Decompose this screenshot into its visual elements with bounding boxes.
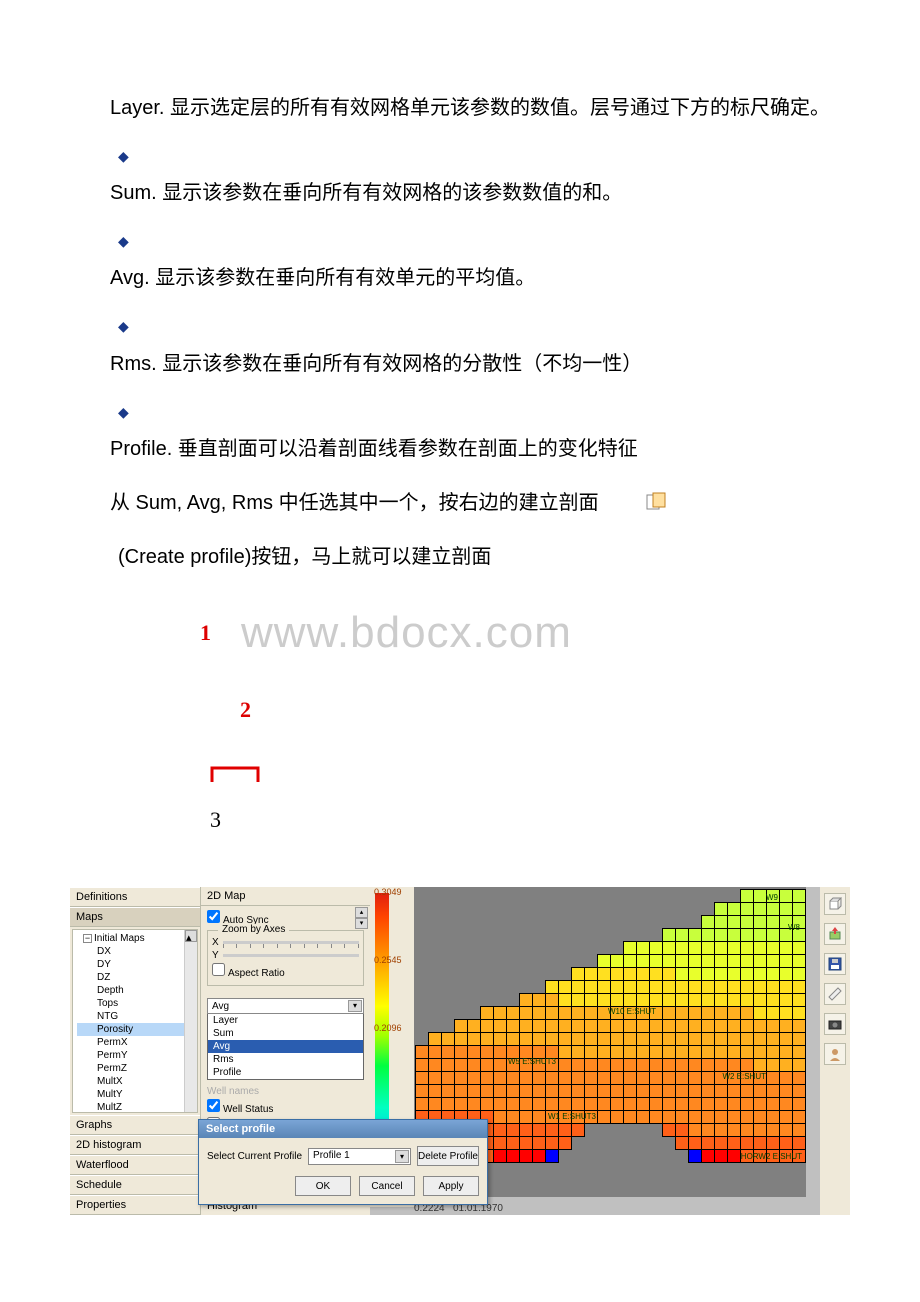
well-label: W1 E:SHUT3 xyxy=(548,1112,596,1121)
well-label: W9 xyxy=(766,893,778,902)
checkbox-well-status[interactable]: Well Status xyxy=(207,1104,273,1115)
well-label: W2 E:SHUT xyxy=(722,1072,766,1081)
chevron-down-icon[interactable]: ▾ xyxy=(348,1000,362,1012)
chevron-down-icon[interactable]: ▾ xyxy=(355,918,368,929)
checkbox-well-names-cut: Well names xyxy=(207,1084,364,1099)
app-screenshot: Definitions Maps −Initial Maps DXDYDZDep… xyxy=(70,887,850,1215)
delete-profile-button[interactable]: Delete Profile xyxy=(417,1146,479,1166)
left-sidebar: Definitions Maps −Initial Maps DXDYDZDep… xyxy=(70,887,200,1215)
tree-item[interactable]: PermZ xyxy=(77,1062,197,1075)
watermark-row: 1 www.bdocx.com xyxy=(70,593,850,672)
tree-item[interactable]: Tops xyxy=(77,997,197,1010)
zoom-x-label: X xyxy=(212,937,219,948)
paragraph-sum: Sum. 显示该参数在垂向所有有效网格的该参数数值的和。 xyxy=(70,175,850,211)
camera-icon[interactable] xyxy=(824,1013,846,1035)
well-label: HORW2 E:SHUT xyxy=(741,1152,802,1161)
dropdown-item[interactable]: Profile xyxy=(208,1066,363,1079)
sidebar-section-definitions[interactable]: Definitions xyxy=(70,887,200,907)
red-bracket-icon xyxy=(210,760,850,796)
well-label: W8 xyxy=(788,923,800,932)
profile-dropdown[interactable]: Profile 1 ▾ xyxy=(308,1148,411,1165)
dropdown-value: Avg xyxy=(212,1001,229,1012)
sync-stepper[interactable]: ▴ ▾ xyxy=(355,907,368,929)
paragraph-create-2: (Create profile)按钮，马上就可以建立剖面 xyxy=(70,539,850,575)
zoom-legend: Zoom by Axes xyxy=(218,924,289,935)
tree-item[interactable]: MultX xyxy=(77,1075,197,1088)
sidebar-section-waterflood[interactable]: Waterflood xyxy=(70,1155,200,1175)
profile-value: Profile 1 xyxy=(313,1150,350,1161)
panel-header: 2D Map xyxy=(201,887,370,906)
bullet-icon: ◆ xyxy=(118,314,850,339)
export-icon[interactable] xyxy=(824,923,846,945)
dropdown-item[interactable]: Layer xyxy=(208,1014,363,1027)
sidebar-section-properties[interactable]: Properties xyxy=(70,1195,200,1215)
cube-icon[interactable] xyxy=(824,893,846,915)
ok-button[interactable]: OK xyxy=(295,1176,351,1196)
tree-item[interactable]: MultY xyxy=(77,1088,197,1101)
paragraph-avg: Avg. 显示该参数在垂向所有有效单元的平均值。 xyxy=(70,260,850,296)
aspect-label: Aspect Ratio xyxy=(228,968,285,979)
well-status-label: Well Status xyxy=(223,1104,273,1115)
zoom-y-slider[interactable] xyxy=(223,954,359,957)
dialog-title: Select profile xyxy=(199,1120,487,1138)
chevron-up-icon[interactable]: ▴ xyxy=(355,907,368,918)
sidebar-section-graphs[interactable]: Graphs xyxy=(70,1115,200,1135)
layer-mode-dropdown[interactable]: Avg ▾ xyxy=(207,998,364,1014)
dropdown-item[interactable]: Sum xyxy=(208,1027,363,1040)
map-tree[interactable]: −Initial Maps DXDYDZDepthTopsNTGPorosity… xyxy=(72,929,198,1113)
tree-item[interactable]: PermY xyxy=(77,1049,197,1062)
right-toolbar xyxy=(820,887,850,1215)
tree-item[interactable]: DX xyxy=(77,945,197,958)
legend-value-2: 0.2096 xyxy=(374,1023,402,1033)
step-number-1: 1 xyxy=(200,613,211,653)
user-icon[interactable] xyxy=(824,1043,846,1065)
create-text-a: 从 Sum, Avg, Rms 中任选其中一个，按右边的建立剖面 xyxy=(110,492,599,514)
zoom-by-axes-group: Zoom by Axes X Y Aspect Ratio xyxy=(207,930,364,986)
legend-value-max: 0.3049 xyxy=(374,887,402,897)
paragraph-create-1: 从 Sum, Avg, Rms 中任选其中一个，按右边的建立剖面 xyxy=(70,485,850,521)
sidebar-section-schedule[interactable]: Schedule xyxy=(70,1175,200,1195)
tree-item[interactable]: NTG xyxy=(77,1010,197,1023)
dropdown-item[interactable]: Rms xyxy=(208,1053,363,1066)
tree-scrollbar[interactable]: ▴ xyxy=(184,930,197,1112)
bullet-icon: ◆ xyxy=(118,400,850,425)
step-number-3: 3 xyxy=(210,800,850,840)
paragraph-profile: Profile. 垂直剖面可以沿着剖面线看参数在剖面上的变化特征 xyxy=(70,431,850,467)
dropdown-list[interactable]: LayerSumAvgRmsProfile xyxy=(207,1013,364,1080)
dialog-label: Select Current Profile xyxy=(207,1151,302,1162)
legend-value-1: 0.2545 xyxy=(374,955,402,965)
sidebar-section-2d-histogram[interactable]: 2D histogram xyxy=(70,1135,200,1155)
step-number-2: 2 xyxy=(240,690,850,730)
checkbox-aspect-ratio[interactable]: Aspect Ratio xyxy=(212,968,285,979)
tree-item[interactable]: DZ xyxy=(77,971,197,984)
scroll-up-icon[interactable]: ▴ xyxy=(185,930,197,942)
dropdown-item[interactable]: Avg xyxy=(208,1040,363,1053)
create-profile-icon xyxy=(606,488,628,508)
paragraph-layer: Layer. 显示选定层的所有有效网格单元该参数的数值。层号通过下方的标尺确定。 xyxy=(70,90,850,126)
bullet-icon: ◆ xyxy=(118,229,850,254)
watermark-text: www.bdocx.com xyxy=(241,593,572,672)
ruler-icon[interactable] xyxy=(824,983,846,1005)
tree-parent-label: Initial Maps xyxy=(94,933,145,944)
tree-item[interactable]: MultZ xyxy=(77,1101,197,1113)
bullet-icon: ◆ xyxy=(118,144,850,169)
tree-parent-initial-maps[interactable]: −Initial Maps xyxy=(77,932,197,945)
sidebar-section-maps[interactable]: Maps xyxy=(70,907,200,927)
tree-item[interactable]: Porosity xyxy=(77,1023,197,1036)
well-label: W10 E:SHUT xyxy=(608,1007,656,1016)
well-label: W5 E:SHUT3 xyxy=(508,1057,556,1066)
tree-item[interactable]: PermX xyxy=(77,1036,197,1049)
select-profile-dialog: Select profile Select Current Profile Pr… xyxy=(198,1119,488,1205)
apply-button[interactable]: Apply xyxy=(423,1176,479,1196)
document-body: Layer. 显示选定层的所有有效网格单元该参数的数值。层号通过下方的标尺确定。… xyxy=(0,0,920,887)
chevron-down-icon[interactable]: ▾ xyxy=(395,1150,409,1163)
tree-item[interactable]: Depth xyxy=(77,984,197,997)
zoom-x-slider[interactable] xyxy=(223,941,359,944)
cancel-button[interactable]: Cancel xyxy=(359,1176,415,1196)
paragraph-rms: Rms. 显示该参数在垂向所有有效网格的分散性（不均一性） xyxy=(70,346,850,382)
save-icon[interactable] xyxy=(824,953,846,975)
tree-item[interactable]: DY xyxy=(77,958,197,971)
zoom-y-label: Y xyxy=(212,950,219,961)
